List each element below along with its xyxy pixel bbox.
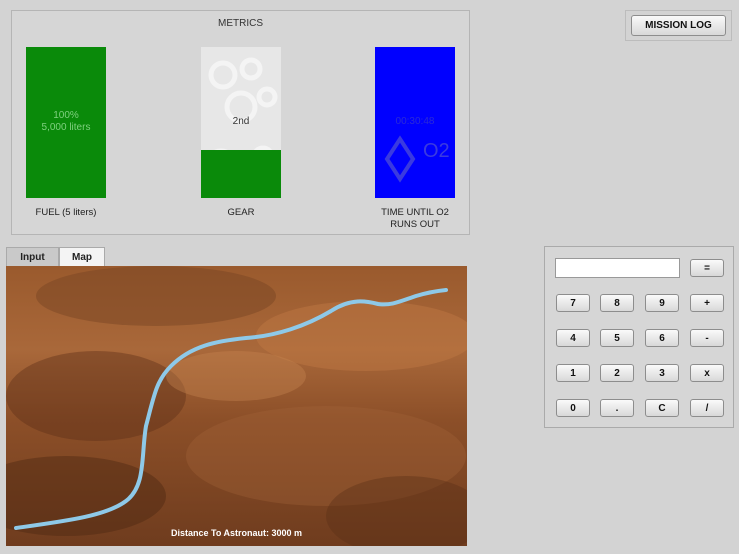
calc-key-3[interactable]: 3 bbox=[645, 364, 679, 382]
calculator-panel: = 7 8 9 + 4 5 6 - 1 2 3 x 0 . C / bbox=[544, 246, 734, 428]
map-view[interactable]: Distance To Astronaut: 3000 m bbox=[6, 266, 467, 546]
oxygen-gauge: 00:30:48 O2 bbox=[375, 47, 455, 198]
mission-log-frame: MISSION LOG bbox=[625, 10, 732, 41]
calc-key-equals[interactable]: = bbox=[690, 259, 724, 277]
calc-key-1[interactable]: 1 bbox=[556, 364, 590, 382]
mission-log-button[interactable]: MISSION LOG bbox=[631, 15, 726, 36]
calc-key-9[interactable]: 9 bbox=[645, 294, 679, 312]
gear-caption: GEAR bbox=[227, 207, 255, 218]
oxygen-caption-line1: TIME UNTIL O2 bbox=[381, 207, 449, 218]
oxygen-caption-line2: RUNS OUT bbox=[390, 219, 440, 230]
metrics-title: METRICS bbox=[218, 18, 263, 29]
calc-key-minus[interactable]: - bbox=[690, 329, 724, 347]
oxygen-time: 00:30:48 bbox=[395, 116, 435, 127]
gear-gauge: 2nd bbox=[201, 47, 281, 198]
calc-key-0[interactable]: 0 bbox=[556, 399, 590, 417]
calc-key-4[interactable]: 4 bbox=[556, 329, 590, 347]
fuel-caption: FUEL (5 liters) bbox=[35, 207, 97, 218]
gear-level-fill bbox=[201, 149, 281, 198]
fuel-liters: 5,000 liters bbox=[41, 122, 91, 133]
gear-value: 2nd bbox=[232, 116, 250, 127]
calc-key-plus[interactable]: + bbox=[690, 294, 724, 312]
calc-key-5[interactable]: 5 bbox=[600, 329, 634, 347]
fuel-percent: 100% bbox=[53, 110, 79, 121]
fuel-gauge: 100% 5,000 liters bbox=[26, 47, 106, 198]
calc-key-6[interactable]: 6 bbox=[645, 329, 679, 347]
calc-key-clear[interactable]: C bbox=[645, 399, 679, 417]
oxygen-subscript: O2 bbox=[423, 140, 450, 162]
mars-terrain-image bbox=[6, 266, 467, 546]
metrics-panel: METRICS 100% 5,000 liters FUEL (5 liters… bbox=[11, 10, 470, 235]
oxygen-symbol-icon: O2 bbox=[384, 135, 450, 183]
tab-map[interactable]: Map bbox=[59, 247, 105, 267]
tab-input[interactable]: Input bbox=[6, 247, 59, 267]
calc-key-divide[interactable]: / bbox=[690, 399, 724, 417]
calculator-display[interactable] bbox=[555, 258, 680, 278]
calc-key-decimal[interactable]: . bbox=[600, 399, 634, 417]
calc-key-7[interactable]: 7 bbox=[556, 294, 590, 312]
calc-key-2[interactable]: 2 bbox=[600, 364, 634, 382]
calc-key-8[interactable]: 8 bbox=[600, 294, 634, 312]
distance-readout: Distance To Astronaut: 3000 m bbox=[170, 528, 303, 538]
calc-key-multiply[interactable]: x bbox=[690, 364, 724, 382]
